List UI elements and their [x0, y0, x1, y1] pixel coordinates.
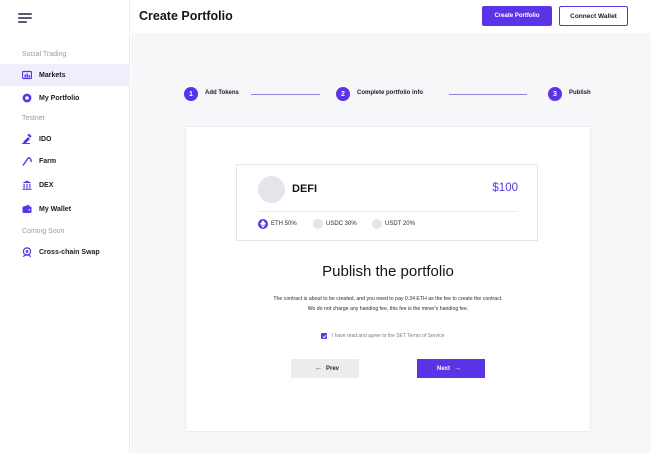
sidebar-item-label: IDO	[39, 135, 52, 143]
terms-label: I have read and agree to the SET Terms o…	[332, 333, 445, 339]
sidebar: Social Trading Markets My Portfolio Test…	[0, 0, 130, 453]
step-3-circle: 3	[548, 87, 562, 101]
step-1-circle: 1	[184, 87, 198, 101]
section-label-coming-soon: Coming Soon	[22, 228, 65, 235]
prev-button[interactable]: ← Prev	[291, 359, 359, 378]
hamburger-menu-icon[interactable]	[18, 12, 32, 24]
sidebar-item-my-wallet[interactable]: My Wallet	[0, 198, 130, 220]
step-3-label: Publish	[569, 90, 591, 96]
swap-icon	[22, 247, 32, 257]
portfolio-avatar	[258, 176, 285, 203]
token-usdc: USDC 30%	[313, 218, 357, 229]
sidebar-item-farm[interactable]: Farm	[0, 150, 130, 172]
step-2-label: Complete portfolio info	[357, 90, 423, 96]
fee-description: The contract is about to be created, and…	[273, 296, 503, 302]
sidebar-item-dex[interactable]: DEX	[0, 174, 130, 196]
sidebar-item-ido[interactable]: IDO	[0, 128, 130, 150]
publish-title: Publish the portfolio	[322, 263, 454, 280]
token-label: ETH 50%	[271, 220, 297, 227]
sidebar-item-my-portfolio[interactable]: My Portfolio	[0, 87, 130, 109]
step-1-label: Add Tokens	[205, 90, 239, 96]
terms-agreement: I have read and agree to the SET Terms o…	[321, 333, 444, 339]
token-label: USDC 30%	[326, 220, 357, 227]
connect-wallet-button[interactable]: Connect Wallet	[559, 6, 628, 26]
portfolio-name: DEFI	[292, 183, 318, 195]
prev-label: Prev	[325, 365, 339, 372]
step-2-circle: 2	[336, 87, 350, 101]
markets-icon	[22, 70, 32, 80]
arrow-left-icon: ←	[314, 365, 322, 372]
step-connector	[251, 94, 320, 95]
sidebar-item-label: My Portfolio	[39, 94, 80, 102]
arrow-right-icon: →	[454, 365, 461, 372]
farm-icon	[22, 156, 32, 166]
divider	[258, 211, 518, 212]
sidebar-item-label: DEX	[39, 181, 54, 189]
portfolio-preview	[236, 164, 538, 241]
step-connector	[449, 94, 527, 95]
next-label: Next	[436, 365, 450, 372]
next-button[interactable]: Next →	[417, 359, 485, 378]
portfolio-value: $100	[492, 182, 518, 194]
fee-note: We do not charge any handing fee, this f…	[307, 306, 469, 312]
sidebar-item-label: Cross-chain Swap	[39, 248, 100, 256]
token-label: USDT 20%	[385, 220, 415, 227]
section-label-social-trading: Social Trading	[22, 51, 67, 58]
sidebar-item-label: Markets	[39, 71, 66, 79]
sidebar-item-cross-chain-swap[interactable]: Cross-chain Swap	[0, 241, 130, 263]
usdt-icon	[372, 218, 382, 229]
token-eth: ETH 50%	[258, 218, 297, 229]
wallet-icon	[22, 204, 32, 214]
page-title: Create Portfolio	[139, 9, 233, 23]
portfolio-icon	[22, 93, 32, 103]
sidebar-item-label: My Wallet	[39, 205, 72, 213]
sidebar-item-label: Farm	[39, 157, 57, 165]
token-usdt: USDT 20%	[372, 218, 415, 229]
create-portfolio-button[interactable]: Create Portfolio	[482, 6, 552, 26]
section-label-testnet: Testnet	[22, 115, 45, 122]
bank-icon	[22, 180, 32, 190]
sidebar-item-markets[interactable]: Markets	[0, 64, 130, 86]
ido-icon	[22, 134, 32, 144]
usdc-icon	[313, 218, 323, 229]
ethereum-icon	[258, 218, 268, 229]
terms-checkbox[interactable]	[321, 333, 327, 339]
